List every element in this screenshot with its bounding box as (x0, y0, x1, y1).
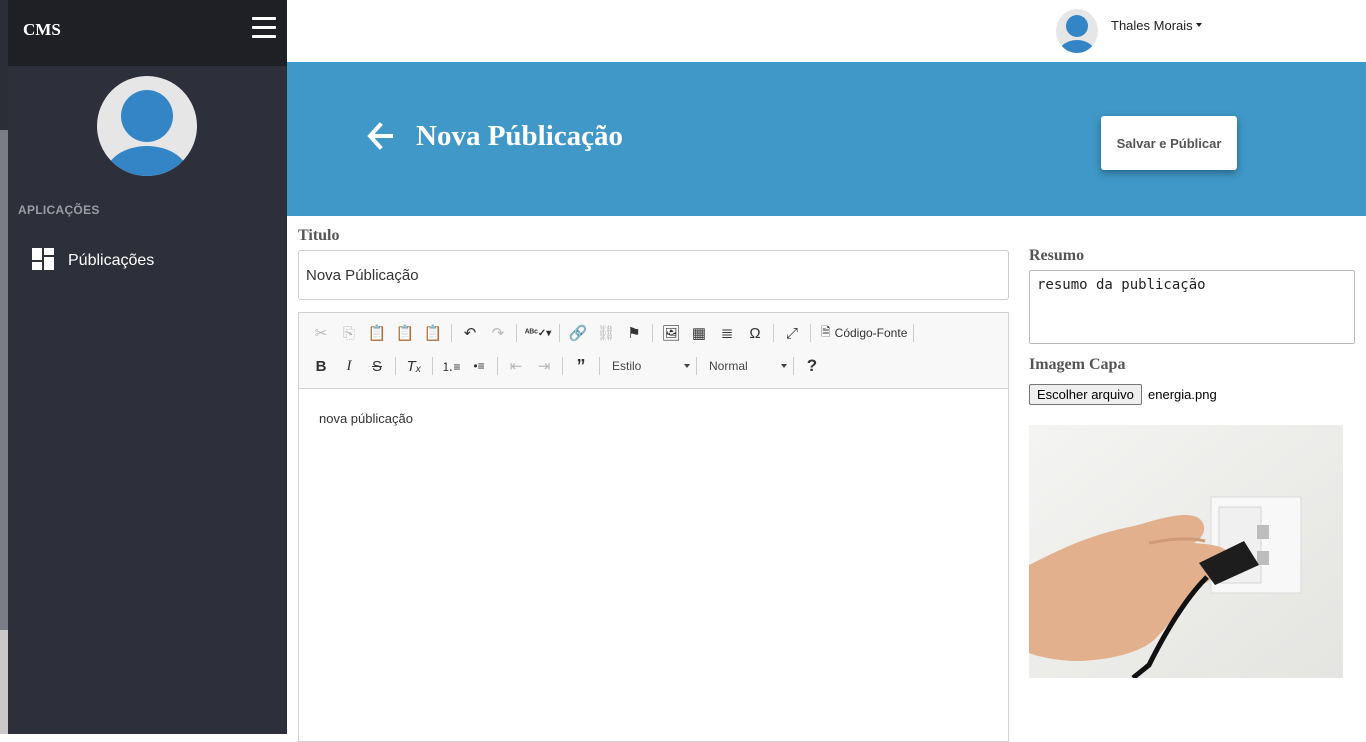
anchor-flag-icon[interactable]: ⚑ (622, 321, 646, 345)
sidebar-item-label: Públicações (68, 252, 155, 269)
dashboard-grid-icon (32, 248, 54, 270)
toolbar-separator (793, 357, 794, 375)
maximize-icon[interactable]: ⤢ (780, 321, 804, 345)
unlink-icon[interactable]: ⛓ (594, 321, 618, 345)
image-icon[interactable]: 🖼 (659, 321, 683, 345)
style-select-value: Estilo (612, 359, 642, 373)
toolbar-separator (562, 357, 563, 375)
editor-content[interactable]: nova públicação (299, 389, 1008, 448)
window-edge (0, 0, 8, 734)
format-select-value: Normal (709, 359, 748, 373)
paste-word-icon[interactable]: 📋 (421, 321, 445, 345)
redo-icon[interactable]: ↷ (486, 321, 510, 345)
blockquote-icon[interactable]: ” (569, 354, 593, 378)
sidebar-brandbar: CMS (8, 0, 287, 66)
chevron-down-icon (684, 364, 690, 368)
toolbar-separator (432, 357, 433, 375)
choose-file-button[interactable]: Escolher arquivo (1029, 384, 1142, 405)
sidebar-item-publicacoes[interactable]: Públicações (8, 240, 287, 280)
toolbar-separator (773, 324, 774, 342)
toolbar-separator (451, 324, 452, 342)
remove-format-icon[interactable]: Tₓ (402, 354, 426, 378)
title-input[interactable] (298, 250, 1009, 300)
editor-toolbar: ✂ ⎘ 📋 📋 📋 ↶ ↷ ᴬᴮᶜ✓▾ 🔗 ⛓ ⚑ 🖼 ▦ ≣ Ω ⤢ 🗎 Có… (299, 313, 1008, 389)
back-arrow-icon[interactable] (367, 122, 395, 150)
paste-text-icon[interactable]: 📋 (393, 321, 417, 345)
special-char-icon[interactable]: Ω (743, 321, 767, 345)
toolbar-separator (599, 357, 600, 375)
undo-icon[interactable]: ↶ (458, 321, 482, 345)
sidebar-avatar-icon (97, 76, 197, 176)
toolbar-separator (395, 357, 396, 375)
format-select[interactable]: Normal (703, 355, 791, 377)
page-title: Nova Públicação (416, 120, 624, 152)
toolbar-row-1: ✂ ⎘ 📋 📋 📋 ↶ ↷ ᴬᴮᶜ✓▾ 🔗 ⛓ ⚑ 🖼 ▦ ≣ Ω ⤢ 🗎 Có… (309, 320, 920, 346)
rich-text-editor: ✂ ⎘ 📋 📋 📋 ↶ ↷ ᴬᴮᶜ✓▾ 🔗 ⛓ ⚑ 🖼 ▦ ≣ Ω ⤢ 🗎 Có… (298, 312, 1009, 742)
user-menu[interactable]: Thales Morais (1111, 18, 1202, 33)
toolbar-separator (559, 324, 560, 342)
brand-logo[interactable]: CMS (23, 20, 61, 40)
strikethrough-icon[interactable]: S (365, 354, 389, 378)
paste-icon[interactable]: 📋 (365, 321, 389, 345)
sidebar: CMS APLICAÇÕES Públicações (8, 0, 287, 734)
toolbar-separator (652, 324, 653, 342)
menu-toggle-icon[interactable] (252, 17, 276, 39)
toolbar-separator (696, 357, 697, 375)
toolbar-separator (497, 357, 498, 375)
editor-paragraph: nova públicação (319, 411, 413, 426)
page-header: Nova Públicação Salvar e Públicar (287, 62, 1366, 216)
summary-label: Resumo (1029, 247, 1085, 264)
outdent-icon[interactable]: ⇤ (504, 354, 528, 378)
source-code-icon: 🗎 (821, 324, 831, 339)
spellcheck-icon[interactable]: ᴬᴮᶜ✓▾ (523, 321, 553, 345)
topbar: Thales Morais (287, 0, 1366, 62)
selected-file-name: energia.png (1148, 387, 1217, 402)
chevron-down-icon (1195, 23, 1202, 27)
style-select[interactable]: Estilo (606, 355, 694, 377)
toolbar-separator (810, 324, 811, 342)
cover-image-preview (1029, 425, 1343, 678)
window-edge-bottom (0, 630, 8, 734)
cut-icon[interactable]: ✂ (309, 321, 333, 345)
bold-icon[interactable]: B (309, 354, 333, 378)
window-edge-top (0, 0, 8, 130)
table-icon[interactable]: ▦ (687, 321, 711, 345)
source-code-label: Código-Fonte (834, 326, 908, 340)
numbered-list-icon[interactable]: ⒈≡ (439, 354, 463, 378)
bulleted-list-icon[interactable]: •≡ (467, 354, 491, 378)
horizontal-line-icon[interactable]: ≣ (715, 321, 739, 345)
toolbar-row-2: B I S Tₓ ⒈≡ •≡ ⇤ ⇥ ” Estilo Normal ? (309, 353, 828, 379)
save-publish-button[interactable]: Salvar e Públicar (1101, 116, 1237, 170)
toolbar-separator (913, 324, 915, 342)
help-icon[interactable]: ? (800, 354, 824, 378)
title-label: Titulo (298, 227, 340, 244)
chevron-down-icon (781, 364, 787, 368)
section-label-aplicacoes: APLICAÇÕES (18, 203, 100, 217)
copy-icon[interactable]: ⎘ (337, 321, 361, 345)
cover-image-label: Imagem Capa (1029, 356, 1126, 373)
indent-icon[interactable]: ⇥ (532, 354, 556, 378)
user-name: Thales Morais (1111, 18, 1193, 33)
italic-icon[interactable]: I (337, 354, 361, 378)
summary-textarea[interactable]: resumo da publicação (1029, 270, 1355, 344)
toolbar-separator (516, 324, 517, 342)
link-icon[interactable]: 🔗 (566, 321, 590, 345)
source-code-button[interactable]: 🗎 Código-Fonte (817, 323, 911, 344)
user-avatar-icon[interactable] (1055, 8, 1099, 54)
